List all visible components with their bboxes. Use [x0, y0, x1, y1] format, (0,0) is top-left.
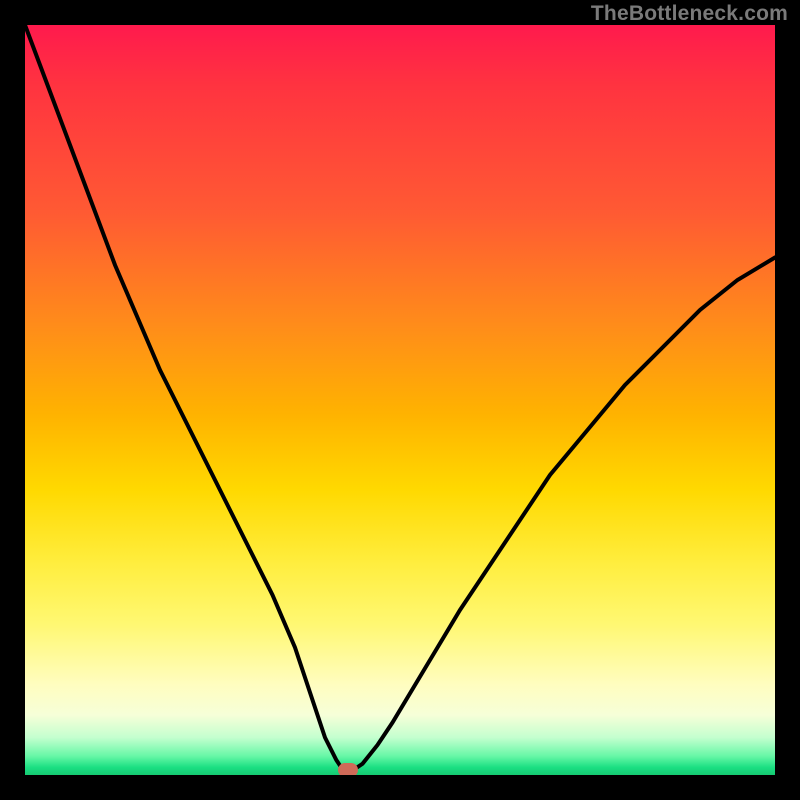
chart-frame: TheBottleneck.com [0, 0, 800, 800]
bottleneck-curve [25, 25, 775, 775]
optimum-marker [338, 763, 358, 775]
watermark-text: TheBottleneck.com [591, 2, 788, 26]
plot-area [25, 25, 775, 775]
